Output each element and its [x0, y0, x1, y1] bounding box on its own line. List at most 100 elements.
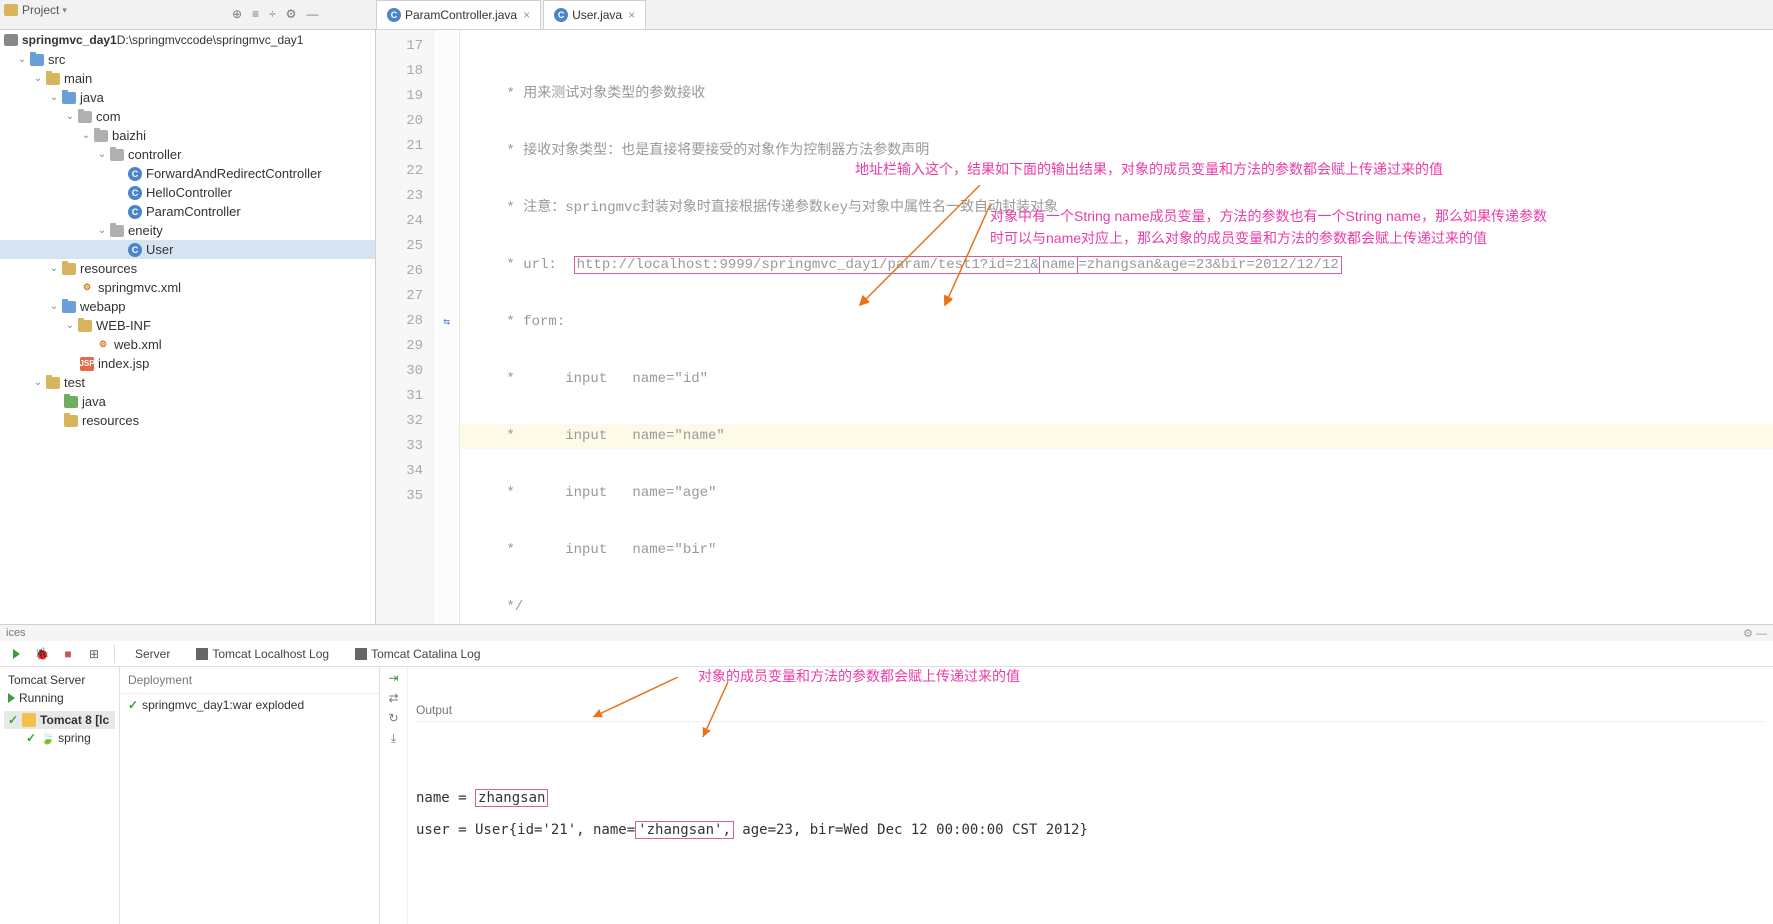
code-editor[interactable]: 17181920212223242526272829303132333435 ⇆…: [376, 30, 1773, 624]
run-config-spring[interactable]: ✓🍃spring: [4, 729, 115, 747]
tree-node-baizhi[interactable]: ⌄baizhi: [0, 126, 375, 145]
deployment-item[interactable]: ✓springmvc_day1:war exploded: [120, 694, 379, 716]
tree-node-xml[interactable]: ⚙web.xml: [0, 335, 375, 354]
deployment-panel: Deployment ✓springmvc_day1:war exploded: [120, 667, 380, 924]
tree-node-resources[interactable]: ⌄resources: [0, 259, 375, 278]
folder-icon: [30, 54, 44, 66]
run-panel-toolbar: 🐞 ■ ⊞ Server Tomcat Localhost Log Tomcat…: [0, 641, 1773, 667]
tab-user[interactable]: C User.java ×: [543, 0, 646, 29]
run-panel-header: ices ⚙ —: [0, 625, 1773, 641]
folder-icon: [62, 301, 76, 313]
tree-node-class[interactable]: CHelloController: [0, 183, 375, 202]
tree-node-main[interactable]: ⌄main: [0, 69, 375, 88]
play-icon: [8, 693, 15, 703]
project-panel-header: Project▾: [4, 3, 67, 17]
run-config-tree[interactable]: Tomcat Server Running ✓Tomcat 8 [lc ✓🍃sp…: [0, 667, 120, 924]
tree-node-src[interactable]: ⌄src: [0, 50, 375, 69]
settings-icon[interactable]: ⚙: [286, 7, 297, 21]
output-console[interactable]: Output 对象的成员变量和方法的参数都会赋上传递过来的值 name = zh…: [408, 667, 1773, 924]
gear-icon[interactable]: ⚙ —: [1743, 627, 1767, 640]
expander-icon[interactable]: ⌄: [48, 263, 60, 274]
java-class-icon: C: [128, 205, 142, 219]
jsp-icon: JSP: [80, 357, 94, 371]
java-class-icon: C: [128, 167, 142, 181]
package-icon: [78, 111, 92, 123]
tree-node-xml[interactable]: ⚙springmvc.xml: [0, 278, 375, 297]
expander-icon[interactable]: ⌄: [96, 225, 108, 236]
project-panel-title[interactable]: Project▾: [22, 3, 67, 17]
close-icon[interactable]: ×: [523, 8, 530, 22]
project-name: springmvc_day1: [22, 33, 117, 47]
expander-icon[interactable]: ⌄: [48, 301, 60, 312]
xml-icon: ⚙: [96, 338, 110, 352]
package-icon: [110, 225, 124, 237]
tab-server[interactable]: Server: [125, 643, 180, 665]
project-tree[interactable]: springmvc_day1 D:\springmvccode\springmv…: [0, 30, 376, 624]
expander-icon[interactable]: ⌄: [64, 111, 76, 122]
module-icon: [4, 34, 18, 46]
project-root[interactable]: springmvc_day1 D:\springmvccode\springmv…: [0, 30, 375, 50]
layout-icon[interactable]: ⊞: [84, 644, 104, 664]
tree-node-class[interactable]: CForwardAndRedirectController: [0, 164, 375, 183]
arrow-icon: [588, 677, 688, 727]
tree-node-eneity[interactable]: ⌄eneity: [0, 221, 375, 240]
minimize-icon[interactable]: —: [306, 7, 318, 21]
marker-gutter: ⇆: [434, 30, 460, 624]
folder-icon: [62, 263, 76, 275]
expand-icon[interactable]: ≡: [252, 7, 259, 21]
folder-icon: [4, 4, 18, 16]
tree-node-controller[interactable]: ⌄controller: [0, 145, 375, 164]
log-icon: [355, 648, 367, 660]
tree-node-user[interactable]: CUser: [0, 240, 375, 259]
target-icon[interactable]: ⊕: [232, 7, 242, 21]
stop-icon[interactable]: ■: [58, 644, 78, 664]
annotation-text-2: 对象中有一个String name成员变量，方法的参数也有一个String na…: [990, 205, 1560, 249]
tree-node-jsp[interactable]: JSPindex.jsp: [0, 354, 375, 373]
project-path: D:\springmvccode\springmvc_day1: [117, 33, 304, 47]
folder-icon: [46, 73, 60, 85]
tree-node-test-java[interactable]: java: [0, 392, 375, 411]
close-icon[interactable]: ×: [628, 8, 635, 22]
expander-icon[interactable]: ⌄: [80, 130, 92, 141]
spring-icon: 🍃: [40, 731, 54, 745]
folder-icon: [64, 396, 78, 408]
deploy-icon[interactable]: ⇥: [388, 671, 398, 685]
tree-node-java[interactable]: ⌄java: [0, 88, 375, 107]
debug-icon[interactable]: 🐞: [32, 644, 52, 664]
tree-node-webinf[interactable]: ⌄WEB-INF: [0, 316, 375, 335]
expander-icon[interactable]: ⌄: [64, 320, 76, 331]
folder-icon: [46, 377, 60, 389]
tab-label: User.java: [572, 8, 622, 22]
run-config-tomcat8[interactable]: ✓Tomcat 8 [lc: [4, 711, 115, 729]
expander-icon[interactable]: ⌄: [32, 73, 44, 84]
arrow-icon: [698, 682, 738, 742]
folder-icon: [78, 320, 92, 332]
xml-icon: ⚙: [80, 281, 94, 295]
package-icon: [110, 149, 124, 161]
deployment-header: Deployment: [120, 667, 379, 694]
tree-node-com[interactable]: ⌄com: [0, 107, 375, 126]
java-class-icon: C: [128, 243, 142, 257]
panel-title-truncated: ices: [6, 627, 26, 639]
expander-icon[interactable]: ⌄: [48, 92, 60, 103]
collapse-icon[interactable]: ÷: [269, 7, 276, 21]
run-icon[interactable]: [6, 644, 26, 664]
tab-localhost-log[interactable]: Tomcat Localhost Log: [186, 643, 339, 665]
java-class-icon: C: [554, 8, 568, 22]
refresh-icon[interactable]: ↻: [388, 711, 398, 725]
tree-node-test-resources[interactable]: resources: [0, 411, 375, 430]
tree-node-test[interactable]: ⌄test: [0, 373, 375, 392]
tab-catalina-log[interactable]: Tomcat Catalina Log: [345, 643, 490, 665]
tab-paramcontroller[interactable]: C ParamController.java ×: [376, 0, 541, 29]
log-icon: [196, 648, 208, 660]
folder-icon: [62, 92, 76, 104]
expander-icon[interactable]: ⌄: [96, 149, 108, 160]
annotation-text-1: 地址栏输入这个，结果如下面的输出结果，对象的成员变量和方法的参数都会赋上传递过来…: [855, 159, 1443, 179]
sync-icon[interactable]: ⇄: [388, 691, 398, 705]
down-icon[interactable]: ⤓: [391, 731, 396, 746]
code-area[interactable]: * 用来测试对象类型的参数接收 * 接收对象类型：也是直接将要接受的对象作为控制…: [460, 30, 1773, 624]
expander-icon[interactable]: ⌄: [32, 377, 44, 388]
tree-node-webapp[interactable]: ⌄webapp: [0, 297, 375, 316]
tree-node-class[interactable]: CParamController: [0, 202, 375, 221]
expander-icon[interactable]: ⌄: [16, 54, 28, 65]
